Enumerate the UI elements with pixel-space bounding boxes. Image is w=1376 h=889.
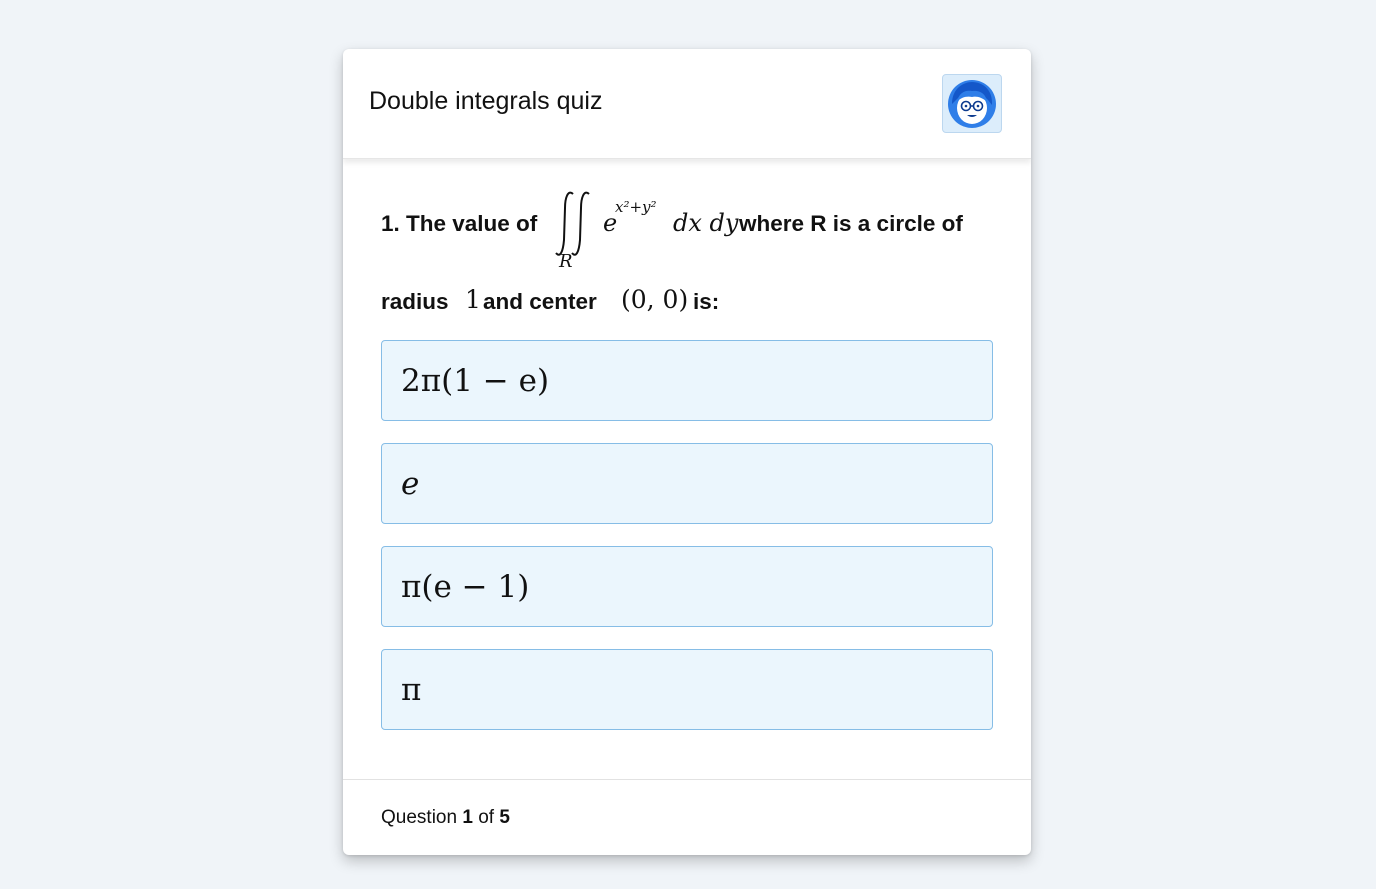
radius-value: 1 [465, 285, 481, 314]
quiz-header: Double integrals quiz [343, 49, 1031, 159]
question-radius-label: radius [381, 289, 449, 314]
question-progress: Question 1 of 5 [381, 807, 510, 829]
integrand-exponent: x²+y² [615, 198, 657, 216]
question-text: 1. The value of R e x²+y² dx dy where R … [381, 184, 995, 316]
avatar-face-icon [948, 79, 996, 128]
answer-option-2-text: e [401, 465, 420, 502]
question-center-label: and center [483, 289, 597, 314]
answer-option-2[interactable]: e [381, 443, 993, 524]
question-middle: where R is a circle of [739, 211, 963, 236]
answer-option-3-text: π(e − 1) [401, 568, 530, 605]
center-value: (0, 0) [621, 285, 689, 314]
progress-of: of [478, 807, 495, 828]
progress-total: 5 [499, 807, 510, 828]
quiz-card: Double integrals quiz 1. The value of R … [343, 49, 1031, 855]
question-prefix: 1. The value of [381, 211, 538, 236]
question-line-2: radius 1 and center (0, 0) is: [381, 276, 995, 316]
progress-current: 1 [462, 807, 473, 828]
answer-option-3[interactable]: π(e − 1) [381, 546, 993, 627]
question-suffix: is: [693, 289, 720, 314]
progress-label: Question [381, 807, 458, 828]
quiz-title: Double integrals quiz [369, 87, 603, 115]
answer-option-1-text: 2π(1 − e) [401, 362, 550, 399]
answer-options: 2π(1 − e) e π(e − 1) π [381, 340, 993, 752]
answer-option-4-text: π [401, 671, 422, 708]
answer-option-4[interactable]: π [381, 649, 993, 730]
differentials: dx dy [673, 209, 739, 237]
avatar-icon[interactable] [942, 74, 1002, 133]
integral-region: R [559, 251, 573, 272]
quiz-footer: Question 1 of 5 [343, 779, 1031, 855]
answer-option-1[interactable]: 2π(1 − e) [381, 340, 993, 421]
question-line-1: 1. The value of R e x²+y² dx dy where R … [381, 184, 995, 276]
